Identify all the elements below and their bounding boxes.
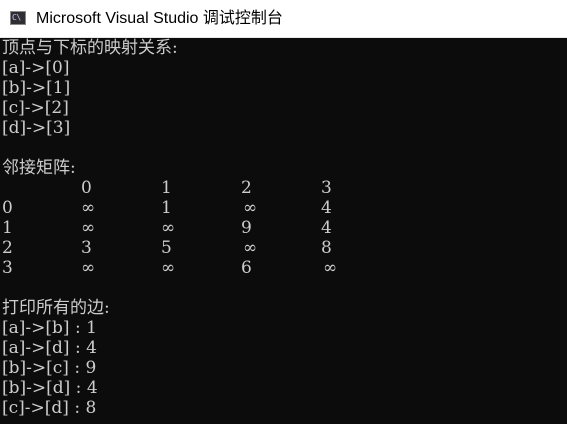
matrix-cell: 3 [81,238,92,258]
edge-line: [c]->[d] : 8 [2,398,97,418]
matrix-cell: ∞ [81,198,96,218]
matrix-cell: ∞ [323,258,338,278]
console-output[interactable]: 顶点与下标的映射关系: [a]->[0] [b]->[1] [c]->[2] [… [0,38,567,424]
matrix-cell: ∞ [81,258,96,278]
matrix-cell: 9 [241,218,252,238]
mapping-line: [b]->[1] [2,78,71,98]
console-app-icon: C\ [10,11,26,25]
edges-header: 打印所有的边: [2,298,110,318]
edge-line: [a]->[b] : 1 [2,318,97,338]
edge-line: [b]->[c] : 9 [2,358,97,378]
title-bar[interactable]: C\ Microsoft Visual Studio 调试控制台 [0,0,567,38]
matrix-header: 邻接矩阵: [2,158,76,178]
edge-line: [b]->[d] : 4 [2,378,98,398]
matrix-col-header: 0 [81,178,92,198]
matrix-cell: 4 [321,218,332,238]
matrix-cell: ∞ [243,238,258,258]
matrix-cell: ∞ [243,198,258,218]
matrix-cell: ∞ [81,218,96,238]
matrix-row-label: 2 [2,238,13,258]
matrix-row-label: 0 [2,198,13,218]
matrix-cell: ∞ [161,218,176,238]
matrix-cell: 5 [161,238,172,258]
matrix-row-label: 1 [2,218,13,238]
matrix-cell: ∞ [161,258,176,278]
matrix-cell: 4 [321,198,332,218]
matrix-col-header: 3 [321,178,332,198]
console-app-icon-glyph: C\ [12,13,21,22]
edge-line: [a]->[d] : 4 [2,338,97,358]
matrix-col-header: 2 [241,178,252,198]
mapping-header: 顶点与下标的映射关系: [2,38,178,58]
matrix-cell: 6 [241,258,252,278]
matrix-cell: 8 [321,238,332,258]
mapping-line: [d]->[3] [2,118,71,138]
console-window: C\ Microsoft Visual Studio 调试控制台 顶点与下标的映… [0,0,567,424]
mapping-line: [a]->[0] [2,58,70,78]
mapping-line: [c]->[2] [2,98,69,118]
matrix-cell: 1 [161,198,172,218]
window-title: Microsoft Visual Studio 调试控制台 [36,10,283,27]
matrix-row-label: 3 [2,258,13,278]
matrix-col-header: 1 [161,178,172,198]
